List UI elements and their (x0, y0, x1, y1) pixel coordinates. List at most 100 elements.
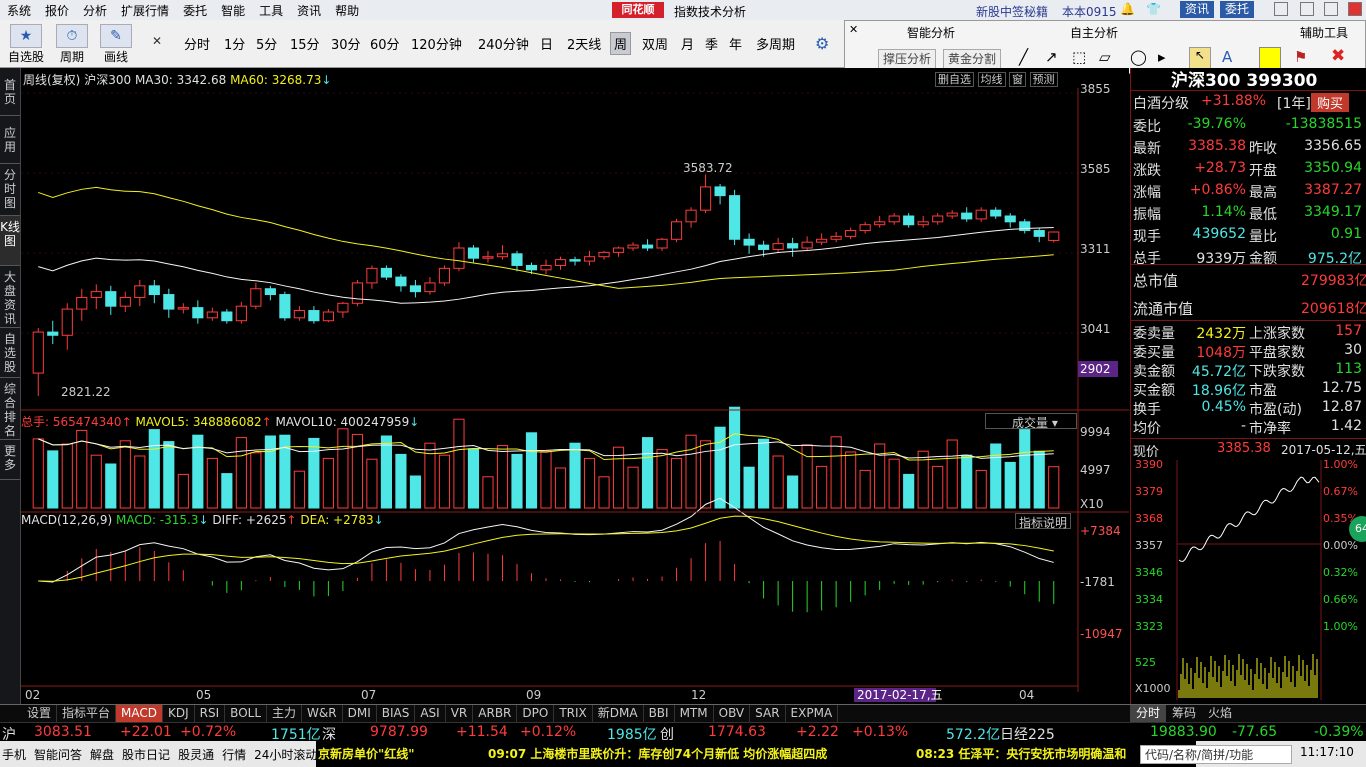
indicator-tab-16[interactable]: BBI (644, 705, 675, 722)
tab-apps[interactable]: 应用 (0, 116, 20, 164)
menu-ext-quote[interactable]: 扩展行情 (114, 2, 176, 19)
watchlist-tool[interactable]: ★ 自选股 (8, 24, 44, 65)
tab-timeshare[interactable]: 分时图 (0, 164, 20, 216)
menu-tools[interactable]: 工具 (252, 2, 290, 19)
indicator-tab-9[interactable]: BIAS (377, 705, 416, 722)
indicator-tab-18[interactable]: OBV (714, 705, 751, 722)
chart-svg[interactable]: 2902 3855 3585 3311 3041 9994 4997 X10 +… (21, 68, 1129, 710)
indicator-tab-1[interactable]: 指标平台 (57, 705, 117, 722)
remove-watchlist-tab[interactable]: 删自选 (935, 72, 974, 87)
forecast-tab[interactable]: 预测 (1029, 72, 1058, 87)
period-fenshi[interactable]: 分时 (184, 34, 210, 53)
text-tool-icon[interactable]: A (1222, 48, 1232, 66)
indicator-tab-15[interactable]: 新DMA (593, 705, 644, 722)
period-60min[interactable]: 60分 (370, 34, 400, 53)
draw-tool[interactable]: ✎ 画线 (100, 24, 132, 65)
tab-more[interactable]: 更多 (0, 440, 20, 480)
menu-help[interactable]: 帮助 (328, 2, 366, 19)
tab-ranking[interactable]: 综合排名 (0, 378, 20, 440)
indicator-tab-10[interactable]: ASI (415, 705, 446, 722)
status-item-1[interactable]: 智能问答 (34, 746, 82, 763)
indicator-tab-17[interactable]: MTM (675, 705, 714, 722)
indicator-tab-14[interactable]: TRIX (554, 705, 593, 722)
tab-intraday[interactable]: 分时 (1130, 705, 1167, 722)
golden-section-button[interactable]: 黄金分割 (943, 49, 1002, 69)
close-icon[interactable] (1348, 2, 1362, 16)
tab-flame[interactable]: 火焰 (1202, 705, 1238, 722)
indicator-tab-19[interactable]: SAR (750, 705, 786, 722)
indicator-tab-13[interactable]: DPO (517, 705, 555, 722)
maximize-icon[interactable] (1324, 2, 1338, 16)
news-2[interactable]: 09:07 上海楼市里跌价升：库存创74个月新低 均价涨幅超四成 (488, 745, 827, 762)
period-month[interactable]: 月 (681, 34, 694, 53)
status-item-3[interactable]: 股市日记 (122, 746, 170, 763)
indicator-tab-2[interactable]: MACD (116, 705, 164, 722)
ipo-news-link[interactable]: 新股中签秘籍 (976, 3, 1048, 20)
indicator-tab-4[interactable]: RSI (195, 705, 226, 722)
period-120min[interactable]: 120分钟 (411, 34, 462, 53)
news-1[interactable]: 京新房单价"红线" (318, 745, 415, 762)
period-240min[interactable]: 240分钟 (478, 34, 529, 53)
status-item-5[interactable]: 行情 (222, 746, 246, 763)
window-tab[interactable]: 窗 (1009, 72, 1026, 87)
kline-chart-area[interactable]: 2902 3855 3585 3311 3041 9994 4997 X10 +… (21, 68, 1129, 710)
indicator-tab-0[interactable]: 设置 (22, 705, 58, 722)
indicator-tab-12[interactable]: ARBR (473, 705, 518, 722)
tab-chips[interactable]: 筹码 (1166, 705, 1202, 722)
search-input[interactable]: 代码/名称/简拼/功能 (1140, 745, 1292, 764)
entrust-button[interactable]: 委托 (1220, 1, 1255, 18)
tab-market-news[interactable]: 大盘资讯 (0, 266, 20, 328)
period-5min[interactable]: 5分 (256, 34, 277, 53)
user-name[interactable]: 本本0915 (1062, 3, 1117, 20)
indicator-help-button[interactable]: 指标说明 (1015, 513, 1071, 530)
indicator-tab-20[interactable]: EXPMA (786, 705, 839, 722)
indicator-tab-8[interactable]: DMI (343, 705, 377, 722)
support-pressure-button[interactable]: 撑压分析 (878, 49, 937, 69)
shirt-icon[interactable]: 👕 (1146, 2, 1161, 16)
period-multi[interactable]: 多周期 (756, 34, 795, 53)
period-day[interactable]: 日 (540, 34, 553, 53)
period-biweek[interactable]: 双周 (642, 34, 668, 53)
indicator-tab-5[interactable]: BOLL (225, 705, 268, 722)
news-3[interactable]: 08:23 任泽平：央行安抚市场明确温和 (916, 745, 1126, 762)
menu-smart[interactable]: 智能 (214, 2, 252, 19)
line-tool-icon[interactable]: ╱ (1019, 48, 1028, 66)
intraday-mini-chart[interactable]: 3390 3379 3368 3357 3346 3334 3323 525 X1000 1.00… (1131, 460, 1366, 708)
indicator-tab-6[interactable]: 主力 (267, 705, 303, 722)
period-1min[interactable]: 1分 (224, 34, 245, 53)
period-year[interactable]: 年 (729, 34, 742, 53)
bookmark-icon[interactable]: ⚑ (1294, 48, 1307, 66)
period-2day[interactable]: 2天线 (567, 34, 601, 53)
buy-button[interactable]: 购买 (1311, 93, 1350, 112)
collapse-icon[interactable]: ✕ (152, 34, 162, 48)
ray-tool-icon[interactable]: ↗ (1045, 48, 1058, 66)
status-item-2[interactable]: 解盘 (90, 746, 114, 763)
more-tools-icon[interactable]: ▸ (1158, 48, 1166, 66)
channel-tool-icon[interactable]: ▱ (1099, 48, 1111, 66)
period-15min[interactable]: 15分 (290, 34, 320, 53)
ellipse-tool-icon[interactable]: ◯ (1130, 48, 1147, 66)
tab-home[interactable]: 首页 (0, 68, 20, 116)
status-item-6[interactable]: 24小时滚动 (254, 746, 317, 763)
menu-system[interactable]: 系统 (0, 2, 38, 19)
period-tool[interactable]: ⏱ 周期 (56, 24, 88, 65)
rect-tool-icon[interactable]: ⬚ (1072, 48, 1086, 66)
menu-quote[interactable]: 报价 (38, 2, 76, 19)
period-30min[interactable]: 30分 (331, 34, 361, 53)
info-button[interactable]: 资讯 (1180, 1, 1215, 18)
fund-name[interactable]: 白酒分级 (1133, 93, 1189, 113)
indicator-tab-11[interactable]: VR (446, 705, 474, 722)
menu-entrust[interactable]: 委托 (176, 2, 214, 19)
indicator-tab-3[interactable]: KDJ (163, 705, 195, 722)
status-item-4[interactable]: 股灵通 (178, 746, 214, 763)
ma-tab[interactable]: 均线 (977, 72, 1006, 87)
minimize-icon[interactable] (1300, 2, 1314, 16)
volume-selector[interactable]: 成交量 ▾ (985, 413, 1077, 430)
tab-kline[interactable]: K线图 (0, 216, 20, 266)
menu-info[interactable]: 资讯 (290, 2, 328, 19)
indicator-tab-7[interactable]: W&R (302, 705, 343, 722)
restore-icon[interactable] (1274, 2, 1288, 16)
status-item-0[interactable]: 手机 (2, 746, 26, 763)
period-quarter[interactable]: 季 (705, 34, 718, 53)
settings-gear-icon[interactable]: ⚙ (815, 34, 829, 53)
